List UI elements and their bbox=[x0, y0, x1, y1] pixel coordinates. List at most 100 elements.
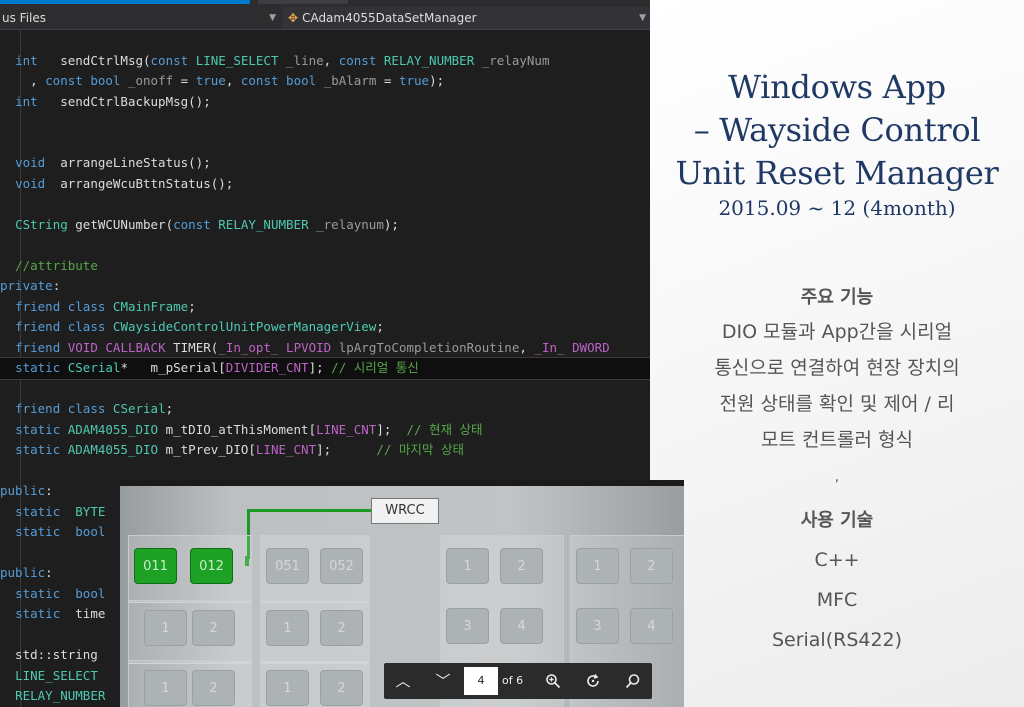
relay-tile[interactable]: 1 bbox=[266, 670, 309, 706]
code-token: LINE_CNT bbox=[316, 421, 377, 437]
code-line[interactable] bbox=[0, 235, 650, 256]
rotate-button[interactable] bbox=[578, 663, 608, 699]
relay-tile[interactable]: 3 bbox=[446, 608, 489, 644]
code-token: VOID bbox=[67, 339, 98, 355]
code-token: CALLBACK bbox=[105, 339, 166, 355]
code-token: _relaynum bbox=[316, 216, 384, 232]
code-token: _In_opt_ bbox=[218, 339, 279, 355]
previous-page-button[interactable]: ︿ bbox=[388, 663, 418, 699]
relay-tile[interactable]: 2 bbox=[320, 610, 363, 646]
project-dropdown[interactable]: us Files ▼ bbox=[0, 7, 280, 29]
relay-tile[interactable]: 1 bbox=[266, 610, 309, 646]
code-line[interactable] bbox=[0, 461, 650, 482]
code-token: ); bbox=[429, 73, 445, 88]
code-line[interactable]: void arrangeLineStatus(); bbox=[0, 153, 650, 174]
code-line[interactable]: friend VOID CALLBACK TIMER(_In_opt_ LPVO… bbox=[0, 338, 650, 359]
relay-tile[interactable]: 1 bbox=[144, 610, 187, 646]
code-token: * m_pSerial[ bbox=[120, 360, 226, 375]
code-line[interactable]: //attribute bbox=[0, 256, 650, 277]
relay-tile-052[interactable]: 052 bbox=[320, 548, 363, 584]
code-token: true bbox=[195, 73, 226, 88]
code-line[interactable]: int sendCtrlBackupMsg(); bbox=[0, 92, 650, 113]
relay-tile[interactable]: 1 bbox=[446, 548, 489, 584]
code-token: ]; bbox=[316, 442, 377, 457]
pdf-toolbar: ︿ ﹀ 4 of 6 bbox=[384, 663, 652, 699]
code-line[interactable]: friend class CMainFrame; bbox=[0, 297, 650, 318]
next-page-button[interactable]: ﹀ bbox=[428, 663, 458, 699]
code-token: bool bbox=[75, 524, 106, 539]
inactive-tab[interactable] bbox=[258, 0, 348, 4]
relay-tile-051[interactable]: 051 bbox=[266, 548, 309, 584]
relay-tile-011[interactable]: 011 bbox=[134, 548, 177, 584]
zoom-in-icon bbox=[546, 674, 561, 689]
relay-tile[interactable]: 2 bbox=[630, 548, 673, 584]
code-line[interactable] bbox=[0, 30, 650, 51]
relay-tile[interactable]: 4 bbox=[500, 608, 543, 644]
code-line[interactable]: , const bool _onoff = true, const bool _… bbox=[0, 71, 650, 92]
code-line[interactable]: void arrangeWcuBttnStatus(); bbox=[0, 174, 650, 195]
code-line[interactable]: friend class CSerial; bbox=[0, 399, 650, 420]
navigation-bar: us Files ▼ ✥ CAdam4055DataSetManager ▼ bbox=[0, 7, 650, 30]
code-line[interactable]: friend class CWaysideControlUnitPowerMan… bbox=[0, 317, 650, 338]
code-line[interactable]: static ADAM4055_DIO m_tPrev_DIO[LINE_CNT… bbox=[0, 440, 650, 461]
code-line[interactable]: private: bbox=[0, 276, 650, 297]
relay-tile[interactable]: 2 bbox=[500, 548, 543, 584]
code-line[interactable]: CString getWCUNumber(const RELAY_NUMBER … bbox=[0, 215, 650, 236]
code-token: std::string bbox=[0, 647, 98, 662]
features-heading: 주요 기능 bbox=[800, 287, 874, 308]
rotate-icon bbox=[587, 674, 599, 687]
relay-tile[interactable]: 2 bbox=[320, 670, 363, 706]
code-line[interactable] bbox=[0, 133, 650, 154]
relay-tile[interactable]: 1 bbox=[576, 548, 619, 584]
relay-tile[interactable]: 1 bbox=[144, 670, 187, 706]
relay-tile-012[interactable]: 012 bbox=[190, 548, 233, 584]
relay-tile[interactable]: 3 bbox=[576, 608, 619, 644]
code-token: static bbox=[15, 585, 61, 601]
page-number-input[interactable]: 4 bbox=[464, 667, 498, 695]
code-token: // 현재 상태 bbox=[406, 421, 483, 437]
code-line[interactable] bbox=[0, 112, 650, 133]
code-line[interactable] bbox=[0, 379, 650, 400]
chevron-down-icon: ▼ bbox=[639, 13, 646, 23]
features-description: DIO 모듈과 App간을 시리얼 통신으로 연결하여 현장 장치의 전원 상태… bbox=[650, 314, 1024, 458]
code-token: ADAM4055_DIO bbox=[67, 421, 159, 437]
tech-item: MFC bbox=[816, 589, 858, 611]
code-token: ]; bbox=[376, 421, 407, 437]
presentation-slide: Windows App – Wayside Control Unit Reset… bbox=[650, 0, 1024, 707]
code-line[interactable]: static ADAM4055_DIO m_tDIO_atThisMoment[… bbox=[0, 420, 650, 441]
relay-tile[interactable]: 4 bbox=[630, 608, 673, 644]
editor-tab-strip[interactable] bbox=[0, 0, 650, 7]
code-line[interactable]: int sendCtrlMsg(const LINE_SELECT _line,… bbox=[0, 51, 650, 72]
code-token: static bbox=[15, 524, 61, 539]
search-button[interactable] bbox=[618, 663, 648, 699]
code-token: sendCtrlBackupMsg(); bbox=[37, 93, 211, 109]
code-token: , bbox=[519, 339, 535, 355]
zoom-in-button[interactable] bbox=[538, 663, 568, 699]
code-token: ; bbox=[165, 401, 174, 416]
features-line: DIO 모듈과 App간을 시리얼 bbox=[721, 321, 953, 343]
code-token: LINE_SELECT bbox=[195, 52, 279, 68]
class-dropdown[interactable]: ✥ CAdam4055DataSetManager ▼ bbox=[282, 7, 650, 29]
code-line[interactable]: static CSerial* m_pSerial[DIVIDER_CNT]; … bbox=[0, 357, 650, 380]
code-token: // 시리얼 통신 bbox=[331, 360, 419, 375]
code-token: static bbox=[15, 503, 61, 519]
code-token: friend bbox=[15, 319, 61, 334]
code-token: static bbox=[15, 442, 61, 457]
relay-tile[interactable]: 2 bbox=[192, 610, 235, 646]
code-line[interactable] bbox=[0, 194, 650, 215]
code-token: void bbox=[15, 175, 46, 191]
relay-tile[interactable]: 2 bbox=[192, 670, 235, 706]
code-token: public bbox=[0, 565, 46, 580]
